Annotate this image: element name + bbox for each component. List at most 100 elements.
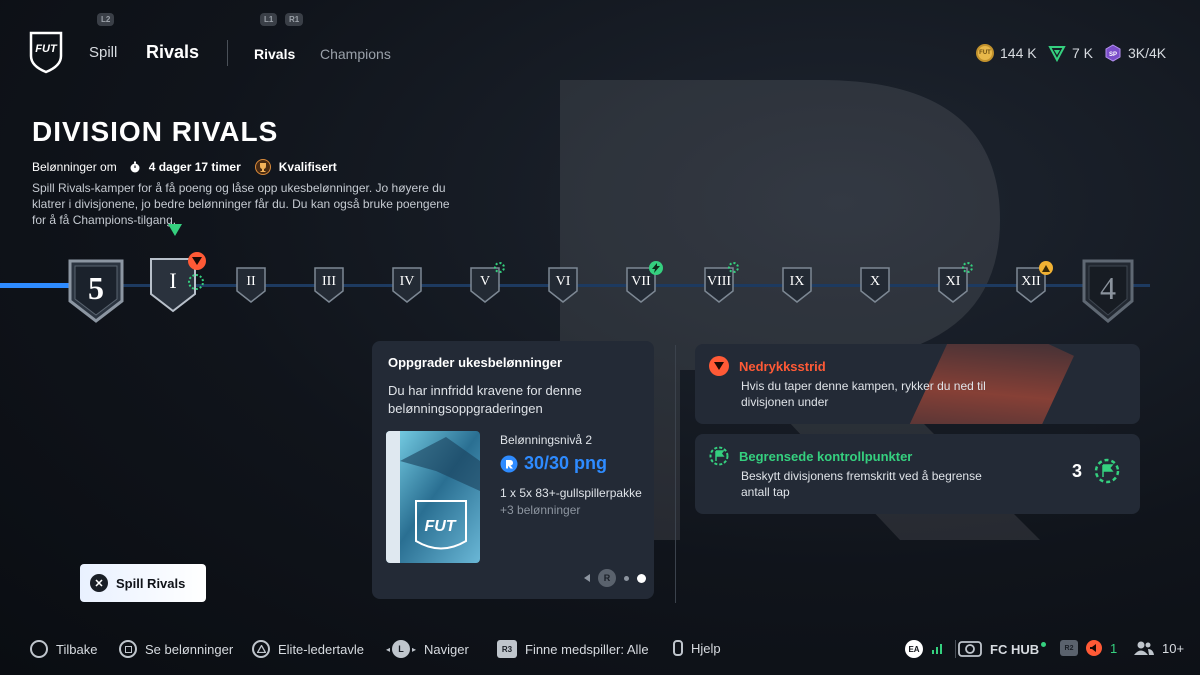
l2-button-hint: L2 xyxy=(97,13,115,26)
coins-value: 144 K xyxy=(1000,45,1037,61)
step-label-11: XI xyxy=(945,274,961,289)
footer-navigate[interactable]: ◂ L ▸ Naviger xyxy=(386,640,469,658)
time-left: 4 dager 17 timer xyxy=(148,160,241,174)
fc-hub-online-dot xyxy=(1041,641,1047,647)
r1-button-hint: R1 xyxy=(285,13,304,26)
season-points-display: SP 3K/4K xyxy=(1104,44,1166,62)
checkpoints-body: Beskytt divisjonens fremskritt ved å beg… xyxy=(741,469,982,499)
step-label-2: II xyxy=(246,274,256,289)
step-label-1: I xyxy=(169,268,177,293)
notifications-count: 1 xyxy=(1110,640,1118,656)
ea-logo-icon: EA xyxy=(905,640,923,658)
svg-text:FUT: FUT xyxy=(424,518,456,535)
fc-hub-icon xyxy=(958,641,982,657)
relegation-body: Hvis du taper denne kampen, rykker du ne… xyxy=(741,379,986,409)
page-dot-1[interactable] xyxy=(624,575,629,581)
step-badge-4[interactable]: IV xyxy=(391,266,423,304)
player-pack-image: FUT xyxy=(386,431,480,563)
signal-icon xyxy=(932,644,942,654)
footer-rewards-label: Se belønninger xyxy=(145,641,234,657)
footer-status: EA xyxy=(905,640,960,658)
step-label-9: IX xyxy=(789,274,805,289)
footer-rewards[interactable]: Se belønninger xyxy=(119,640,233,658)
footer-find-teammate[interactable]: R3 Finne medspiller: Alle xyxy=(497,640,649,658)
footer-back-label: Tilbake xyxy=(56,641,98,657)
chevron-left-icon[interactable] xyxy=(584,574,590,582)
current-division-badge[interactable]: 5 xyxy=(66,257,126,325)
relegation-card: Nedrykksstrid Hvis du taper denne kampen… xyxy=(695,344,1140,424)
l-stick-icon: ◂ L ▸ xyxy=(386,640,416,658)
r3-button-icon: R3 xyxy=(497,640,517,658)
step-badge-6[interactable]: VI xyxy=(547,266,579,304)
step-label-7: VII xyxy=(631,274,651,289)
r-stick-icon: R xyxy=(598,569,616,587)
play-rivals-button[interactable]: ✕ Spill Rivals xyxy=(80,564,206,602)
reward-timer-line: Belønninger om 4 dager 17 timer Kvalifis… xyxy=(32,159,337,175)
triangle-button-icon xyxy=(252,640,270,658)
next-division-badge[interactable]: 4 xyxy=(1080,257,1136,325)
megaphone-icon xyxy=(1086,640,1102,656)
checkpoint-icon-11 xyxy=(962,262,973,273)
reward-more-text: +3 belønninger xyxy=(500,503,581,517)
nav-spill[interactable]: Spill xyxy=(89,44,117,61)
reward-pager[interactable]: R xyxy=(584,569,646,587)
reward-card-subtitle: Du har innfridd kravene for denne belønn… xyxy=(388,383,582,416)
fc-points-icon xyxy=(1048,46,1066,62)
step-badge-9[interactable]: IX xyxy=(781,266,813,304)
notifications[interactable]: R2 1 xyxy=(1060,640,1117,656)
tab-rivals[interactable]: Rivals xyxy=(254,46,295,62)
checkpoints-count: 3 xyxy=(1071,460,1082,481)
step-badge-10[interactable]: X xyxy=(859,266,891,304)
nav-rivals[interactable]: Rivals xyxy=(146,42,199,63)
circle-button-icon xyxy=(30,640,48,658)
reward-points-value: 30/30 png xyxy=(524,453,608,473)
friends-count: 10+ xyxy=(1162,640,1185,656)
footer-bar: Tilbake Se belønninger Elite-ledertavle … xyxy=(0,636,1200,664)
coins-display: FUT 144 K xyxy=(976,44,1037,62)
coin-icon: FUT xyxy=(976,44,994,62)
footer-leaderboard[interactable]: Elite-ledertavle xyxy=(252,640,364,658)
checkpoint-flag-icon xyxy=(709,446,729,466)
nav-divider xyxy=(227,40,228,66)
square-button-icon xyxy=(119,640,137,658)
checkpoints-header: Begrensede kontrollpunkter xyxy=(709,446,1126,466)
footer-back[interactable]: Tilbake xyxy=(30,640,97,658)
reward-level: Belønningsnivå 2 xyxy=(500,433,593,447)
footer-navigate-label: Naviger xyxy=(424,641,469,657)
reward-info: Belønningsnivå 2 30/30 png 1 x 5x 83+-gu… xyxy=(500,433,650,517)
reward-card-title: Oppgrader ukesbelønninger xyxy=(388,355,563,370)
checkpoints-title: Begrensede kontrollpunkter xyxy=(739,448,913,464)
trophy-icon xyxy=(254,159,271,175)
step-badge-3[interactable]: III xyxy=(313,266,345,304)
step-label-8: VIII xyxy=(706,274,732,289)
stopwatch-icon xyxy=(130,161,140,173)
step-label-3: III xyxy=(322,274,336,289)
reward-pack-text: 1 x 5x 83+-gullspillerpakke xyxy=(500,486,642,500)
rewards-in-label: Belønninger om xyxy=(32,160,117,174)
footer-leaderboard-label: Elite-ledertavle xyxy=(278,641,364,657)
rivals-points-icon xyxy=(500,455,518,472)
step-badge-2[interactable]: II xyxy=(235,266,267,304)
fc-hub[interactable]: FC HUB xyxy=(958,640,1047,658)
svg-text:FUT: FUT xyxy=(35,43,58,55)
reward-upgrade-card[interactable]: Oppgrader ukesbelønninger Du har innfrid… xyxy=(372,341,654,599)
page-dot-2-active[interactable] xyxy=(637,573,646,583)
r2-button-icon: R2 xyxy=(1060,640,1078,656)
qualified-status: Kvalifisert xyxy=(278,160,337,174)
step-label-10: X xyxy=(869,274,881,289)
tab-champions[interactable]: Champions xyxy=(320,46,391,62)
lightning-icon xyxy=(649,261,663,275)
checkpoints-count-row: 3 xyxy=(1072,458,1120,484)
relegation-marker-icon xyxy=(188,252,206,270)
page-title: DIVISION RIVALS xyxy=(32,116,279,147)
touchpad-icon xyxy=(673,640,683,656)
footer-help[interactable]: Hjelp xyxy=(673,640,721,656)
promotion-marker-icon xyxy=(1039,261,1053,275)
friends[interactable]: 10+ xyxy=(1134,640,1184,656)
checkpoint-count-icon xyxy=(1094,458,1120,484)
checkpoint-icon-5 xyxy=(494,262,505,273)
checkpoint-marker-icon xyxy=(188,274,204,290)
sp-value: 3K/4K xyxy=(1128,45,1167,61)
fut-logo[interactable]: FUT xyxy=(28,30,64,74)
current-division-number: 5 xyxy=(88,269,104,306)
